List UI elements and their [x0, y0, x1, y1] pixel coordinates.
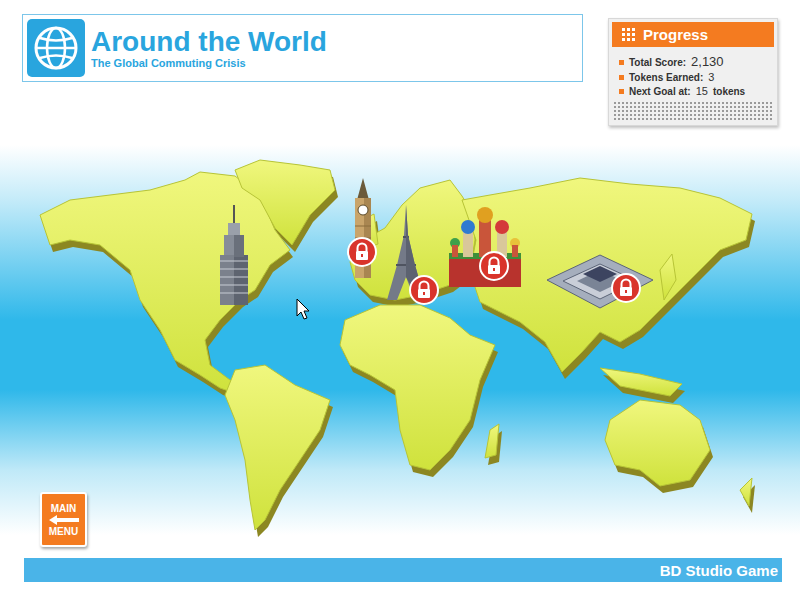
- lock-icon: [347, 237, 377, 267]
- stat-value: 3: [708, 71, 714, 83]
- progress-panel: Progress Total Score: 2,130 Tokens Earned: 3…: [608, 18, 778, 126]
- lock-badge: [611, 273, 641, 303]
- footer-bar: BD Studio Game: [24, 558, 782, 582]
- lock-icon: [479, 251, 509, 281]
- bullet: [619, 89, 624, 94]
- globe-logo-icon: [27, 19, 85, 77]
- stat-row: Total Score: 2,130: [619, 54, 769, 69]
- landmark[interactable]: [385, 205, 427, 300]
- progress-header: Progress: [612, 22, 774, 47]
- stat-label: Total Score:: [629, 57, 686, 68]
- logo-box: Around the WorldThe Global Commuting Cri…: [22, 14, 583, 82]
- lock-badge: [347, 237, 377, 267]
- logo-texts: Around the WorldThe Global Commuting Cri…: [91, 27, 327, 70]
- header: Around the WorldThe Global Commuting Cri…: [0, 0, 800, 140]
- game-subtitle: The Global Commuting Crisis: [91, 57, 327, 69]
- main-menu-bottom: MENU: [49, 526, 78, 537]
- bullet: [619, 60, 624, 65]
- landmark[interactable]: [545, 250, 655, 315]
- game-screen: Around the WorldThe Global Commuting Cri…: [0, 0, 800, 600]
- stat-value: 15: [696, 85, 708, 97]
- stat-list: Total Score: 2,130 Tokens Earned: 3 Next Goa…: [609, 50, 777, 101]
- bullet: [619, 75, 624, 80]
- stat-row: Tokens Earned: 3: [619, 71, 769, 83]
- grid-icon: [622, 28, 635, 41]
- progress-title: Progress: [643, 26, 708, 43]
- lock-icon: [611, 273, 641, 303]
- game-title: Around the World: [91, 27, 327, 58]
- stat-row: Next Goal at: 15 tokens: [619, 85, 769, 97]
- lock-badge: [409, 275, 439, 305]
- arrow-left-icon: [49, 515, 79, 525]
- lock-icon: [409, 275, 439, 305]
- dot-pattern: [613, 101, 773, 121]
- skyscraper-icon: [212, 205, 256, 305]
- landmark[interactable]: [350, 178, 376, 278]
- stat-value: 2,130: [691, 54, 724, 69]
- main-menu-button[interactable]: MAIN MENU: [40, 492, 87, 547]
- mouse-pointer-icon: [296, 298, 310, 320]
- world-map: MAIN MENU: [0, 140, 800, 558]
- landmark[interactable]: [445, 205, 525, 290]
- world-map-icon: [0, 140, 800, 558]
- footer-brand: BD Studio Game: [660, 562, 778, 579]
- stat-label: Tokens Earned:: [629, 72, 703, 83]
- landmark[interactable]: [212, 205, 256, 305]
- lock-badge: [479, 251, 509, 281]
- stat-label: Next Goal at:: [629, 86, 691, 97]
- main-menu-top: MAIN: [51, 503, 77, 514]
- stat-unit: tokens: [713, 86, 745, 97]
